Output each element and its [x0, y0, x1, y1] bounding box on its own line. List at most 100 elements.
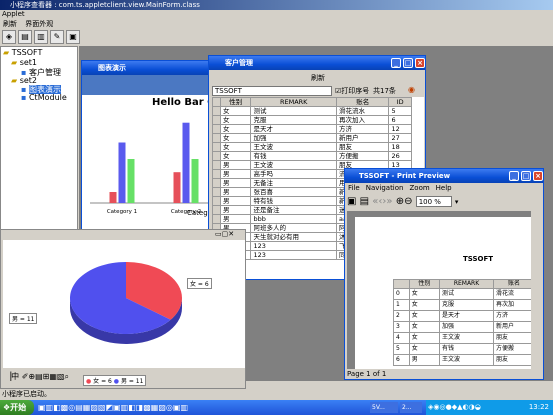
table-cell[interactable]: 女 [219, 151, 252, 161]
table-row[interactable]: 女克服 再次加入 6 [212, 115, 412, 125]
pp-maximize-button[interactable]: □ [521, 171, 531, 181]
table-cell[interactable]: 5 [388, 106, 412, 116]
quick-launch[interactable]: ▣▥◧▩◎▤▦▨▧◩▣▥◧◨▩▦▨◎▣▥ [38, 403, 188, 412]
folder-icon[interactable]: ▤ [18, 30, 32, 44]
table-cell[interactable]: 男 [219, 196, 252, 206]
pp-menu-zoom[interactable]: Zoom [406, 183, 432, 193]
toolbar-input-icon[interactable]: ▕中 [5, 372, 19, 381]
table-cell[interactable]: 方便搬 [335, 151, 390, 161]
table-cell[interactable]: 还是备注 [250, 205, 337, 215]
pp-zoom-dropdown-icon[interactable]: ▾ [455, 198, 459, 206]
tree-root[interactable]: ▰ TSSOFT [3, 48, 42, 57]
table-cell[interactable]: 6 [388, 115, 412, 125]
pp-print-icon[interactable]: ▤ [360, 196, 369, 207]
table-cell[interactable]: 女 [219, 106, 252, 116]
table-cell[interactable]: 123 [250, 250, 337, 260]
table-row[interactable]: 女加强 新用户 27 [212, 133, 412, 143]
toolbar-tools-icons[interactable]: ✐⊕▤⊞▦▧⌕ [22, 372, 69, 381]
task-button-2[interactable]: 2... [400, 402, 422, 413]
column-header[interactable]: 性别 [219, 97, 252, 107]
pie-window-controls[interactable]: ▭▢✕ [215, 230, 234, 238]
column-header[interactable] [212, 97, 221, 107]
table-cell[interactable]: 朋友 [335, 142, 390, 152]
table-cell[interactable]: 男 [219, 178, 252, 188]
table-cell[interactable]: 18 [388, 142, 412, 152]
pp-menu-file[interactable]: File [345, 183, 363, 193]
table-cell[interactable]: 王文波 [250, 142, 337, 152]
column-header[interactable]: REMARK [250, 97, 337, 107]
menu-refresh[interactable]: 刷新 [0, 19, 20, 29]
table-cell[interactable]: 王文波 [250, 160, 337, 170]
pp-scrollbar[interactable] [531, 211, 535, 369]
print-seq-checkbox[interactable]: ☑打印序号 [335, 86, 369, 96]
maximize-button[interactable]: □ [403, 58, 413, 68]
pp-zoom-select[interactable]: 100 % [415, 195, 452, 207]
table-cell[interactable]: bbb [250, 214, 337, 224]
table-cell[interactable]: 女 [219, 133, 252, 143]
pp-zoom-in-icon[interactable]: ⊕ [396, 196, 404, 207]
minimize-button[interactable]: _ [391, 58, 401, 68]
pp-save-icon[interactable]: ▣ [347, 196, 356, 207]
table-cell[interactable]: 27 [388, 133, 412, 143]
table-cell[interactable]: 男 [219, 169, 252, 179]
tree-item-ctmodule[interactable]: ▪ CtModule [21, 93, 67, 102]
start-button[interactable]: ❖开始 [0, 400, 34, 415]
table-cell[interactable]: 克服 [250, 115, 337, 125]
table-cell[interactable]: 男 [219, 187, 252, 197]
close-button[interactable]: × [415, 58, 425, 68]
table-cell[interactable]: 无备注 [250, 178, 337, 188]
task-button-1[interactable]: 5V... [370, 402, 398, 413]
export-icon[interactable]: ◉ [408, 85, 415, 94]
table-cell[interactable]: 男 [219, 214, 252, 224]
table-cell[interactable]: 女 [219, 124, 252, 134]
pp-close-button[interactable]: × [533, 171, 543, 181]
pp-minimize-button[interactable]: _ [509, 171, 519, 181]
column-header[interactable]: ID [388, 97, 412, 107]
table-cell[interactable]: 女 [219, 115, 252, 125]
table-row[interactable]: 女测试 滑花流水 5 [212, 106, 412, 116]
table-row[interactable]: 女有钱 方便搬 26 [212, 151, 412, 161]
table-cell[interactable]: 滑花流水 [335, 106, 390, 116]
copy-icon[interactable]: ▥ [34, 30, 48, 44]
pp-zoom-out-icon[interactable]: ⊖ [404, 196, 412, 207]
refresh-button[interactable]: 刷新 [209, 71, 425, 85]
pp-table-cell: 0 [393, 288, 410, 300]
pie-chart [70, 262, 183, 344]
menu-appearance[interactable]: 界面外观 [22, 19, 56, 29]
table-cell[interactable]: 高手吗 [250, 169, 337, 179]
table-row[interactable]: 女是天才 方济 12 [212, 124, 412, 134]
pp-menu-navigation[interactable]: Navigation [363, 183, 407, 193]
pp-table-row: 3 女加强 新用户 [393, 321, 535, 333]
table-cell[interactable]: 12 [388, 124, 412, 134]
table-cell[interactable]: 特有钱 [250, 196, 337, 206]
table-cell[interactable]: 天生就对必有用 [250, 232, 337, 242]
tray-icons[interactable]: ◈◉◎●◆▲◐◑◒ [428, 403, 481, 411]
filter-input[interactable]: TSSOFT [212, 86, 332, 96]
edit-icon[interactable]: ✎ [50, 30, 64, 44]
row-number [212, 169, 221, 179]
pp-last-icon[interactable]: » [386, 196, 392, 207]
table-cell[interactable]: 再次加入 [335, 115, 390, 125]
table-cell[interactable]: 123 [250, 241, 337, 251]
table-cell[interactable]: 阿班多人的 [250, 223, 337, 233]
pp-menu-help[interactable]: Help [433, 183, 455, 193]
tree-icon[interactable]: ◈ [2, 30, 16, 44]
table-cell[interactable]: 26 [388, 151, 412, 161]
column-header[interactable]: 账名 [335, 97, 390, 107]
table-cell[interactable]: 方济 [335, 124, 390, 134]
table-cell[interactable]: 是天才 [250, 124, 337, 134]
table-cell[interactable]: 男 [219, 160, 252, 170]
table-row[interactable]: 女王文波 朋友 18 [212, 142, 412, 152]
pp-table-cell: 6 [393, 354, 410, 366]
table-cell[interactable]: 新用户 [335, 133, 390, 143]
table-cell[interactable]: 测试 [250, 106, 337, 116]
table-cell[interactable]: 张百喜 [250, 187, 337, 197]
table-cell[interactable]: 有钱 [250, 151, 337, 161]
table-cell[interactable]: 男 [219, 205, 252, 215]
save-icon[interactable]: ▣ [66, 30, 80, 44]
table-cell[interactable]: 加强 [250, 133, 337, 143]
pp-table-cell: 4 [393, 332, 410, 344]
pp-table-row: 2 女是天才 方济 [393, 310, 535, 322]
tree-node-set1[interactable]: ▰ set1 [11, 58, 37, 67]
table-cell[interactable]: 女 [219, 142, 252, 152]
